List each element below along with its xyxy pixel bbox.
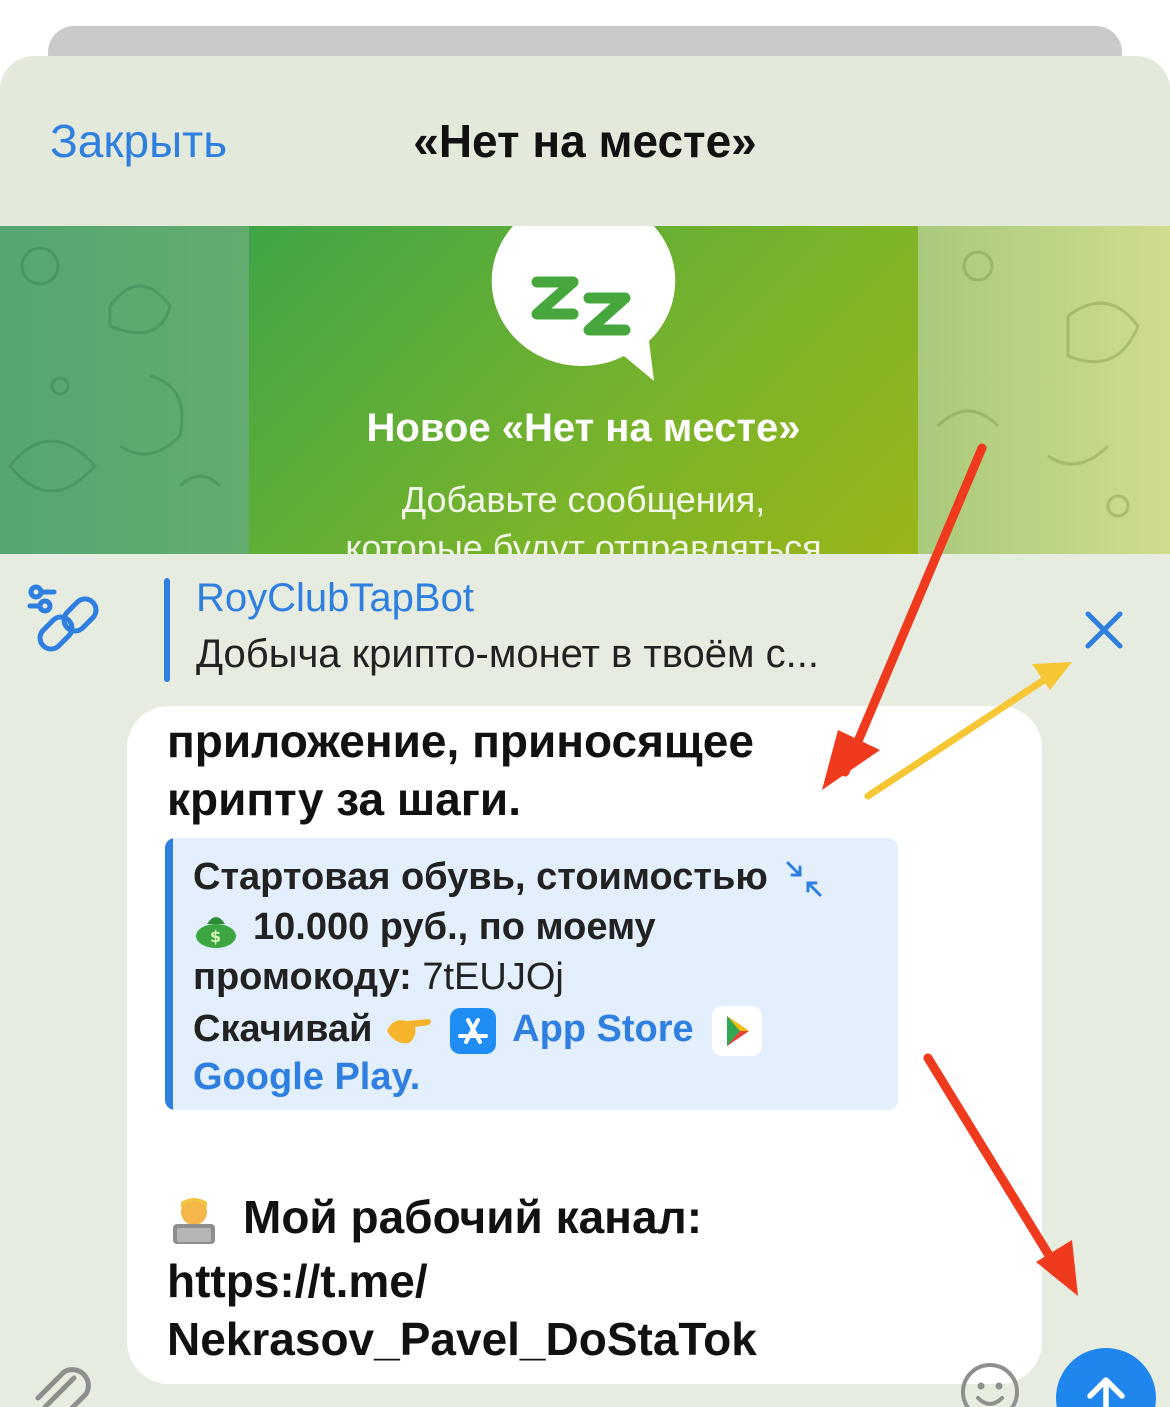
emoji-smiley-icon[interactable] bbox=[958, 1360, 1022, 1407]
reply-snippet: Добыча крипто-монет в твоём с... bbox=[196, 632, 819, 676]
quote-text: промокоду: bbox=[193, 956, 412, 998]
reply-bot-name: RoyClubTapBot bbox=[196, 576, 474, 620]
google-play-link[interactable]: Google Play bbox=[193, 1056, 410, 1098]
banner-title: Новое «Нет на месте» bbox=[366, 406, 801, 450]
quote-text: 10.000 руб., по моему bbox=[253, 906, 656, 948]
paperclip-icon[interactable] bbox=[28, 1362, 100, 1407]
doodle-pattern-left bbox=[8, 246, 222, 493]
technologist-icon bbox=[173, 1197, 215, 1244]
app-store-icon bbox=[449, 1008, 496, 1054]
arrow-up-icon bbox=[1087, 1377, 1125, 1407]
close-icon[interactable] bbox=[1080, 606, 1128, 654]
quote-accent-bar bbox=[165, 838, 173, 1110]
quote-line: $ 10.000 руб., по моему bbox=[193, 906, 656, 949]
send-button[interactable] bbox=[1056, 1348, 1156, 1407]
reply-accent-bar bbox=[164, 578, 170, 682]
quote-line: промокоду: 7tEUJOj bbox=[193, 956, 564, 999]
away-banner: Новое «Нет на месте» Добавьте сообщения,… bbox=[249, 226, 918, 554]
sheet-header: Закрыть «Нет на месте» bbox=[0, 56, 1170, 226]
quote-text: . bbox=[409, 1056, 421, 1098]
quote-text: Стартовая обувь, стоимостью bbox=[193, 856, 768, 898]
app-store-link[interactable]: App Store bbox=[512, 1008, 694, 1050]
quote-block: Стартовая обувь, стоимостью $ 10.000 руб… bbox=[165, 838, 898, 1110]
banner-text-line2: которые будут отправляться bbox=[345, 527, 822, 554]
svg-text:$: $ bbox=[210, 927, 221, 946]
away-message-sheet: Закрыть «Нет на месте» Новое «Нет на мес… bbox=[0, 56, 1170, 1407]
collapse-arrows-icon[interactable] bbox=[784, 859, 824, 899]
promo-code: 7tEUJOj bbox=[422, 956, 564, 998]
money-bag-icon: $ bbox=[196, 916, 236, 948]
message-line: приложение, приносящее bbox=[167, 715, 754, 767]
link-settings-icon[interactable] bbox=[24, 584, 108, 668]
channel-label: Мой рабочий канал: bbox=[243, 1191, 703, 1243]
pointing-hand-icon bbox=[387, 1019, 431, 1044]
compose-area: RoyClubTapBot Добыча крипто-монет в твоё… bbox=[0, 554, 1170, 1407]
channel-link[interactable]: https://t.me/ bbox=[167, 1254, 428, 1308]
quote-line: Стартовая обувь, стоимостью bbox=[193, 856, 824, 899]
message-line: Мой рабочий канал: bbox=[167, 1190, 702, 1248]
google-play-icon bbox=[712, 1006, 763, 1056]
quote-line: Google Play. bbox=[193, 1056, 420, 1099]
sheet-title: «Нет на месте» bbox=[413, 115, 757, 167]
doodle-pattern-right bbox=[936, 250, 1140, 518]
quote-line: Скачивай App Store bbox=[193, 1006, 763, 1056]
zzz-sleep-bubble-icon bbox=[491, 226, 676, 381]
channel-link[interactable]: Nekrasov_Pavel_DoStaTok bbox=[167, 1312, 757, 1366]
message-line: крипту за шаги. bbox=[167, 773, 521, 825]
banner-text-line1: Добавьте сообщения, bbox=[401, 479, 766, 520]
message-input[interactable]: приложение, приносящее крипту за шаги. С… bbox=[127, 706, 1042, 1384]
quote-text: Скачивай bbox=[193, 1008, 373, 1051]
banner-description: Добавьте сообщения, которые будут отправ… bbox=[249, 476, 918, 554]
